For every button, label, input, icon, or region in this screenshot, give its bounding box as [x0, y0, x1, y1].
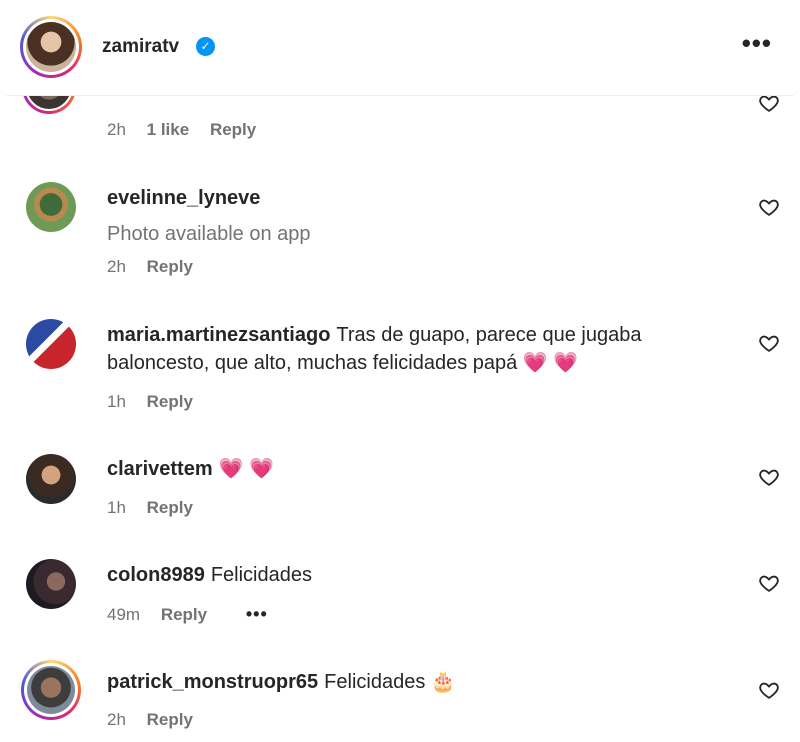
cake-emoji: 🎂 [430, 671, 456, 693]
comment-username[interactable]: evelinne_lyneve [107, 187, 260, 209]
heart-icon[interactable] [758, 196, 780, 218]
more-options-button[interactable]: ••• [742, 28, 772, 59]
comment-time: 2h [107, 120, 126, 139]
comment-time: 2h [107, 257, 126, 276]
comment-partial: 2h 1 like Reply [0, 60, 800, 148]
comment-meta: 1h Reply [107, 498, 209, 518]
reply-button[interactable]: Reply [161, 605, 207, 624]
comment-text: Felicidades [324, 671, 426, 693]
avatar[interactable] [26, 559, 76, 609]
likes-count[interactable]: 1 like [147, 120, 190, 139]
reply-button[interactable]: Reply [147, 710, 193, 729]
comment-time: 1h [107, 498, 126, 517]
comment-username[interactable]: clarivettem [107, 458, 213, 480]
verified-badge-icon: ✓ [196, 37, 215, 56]
avatar[interactable] [26, 182, 76, 232]
header-username[interactable]: zamiratv [102, 36, 179, 58]
profile-avatar[interactable] [20, 16, 82, 78]
comment-meta: 2h 1 like Reply [107, 120, 272, 140]
heart-icon[interactable] [758, 332, 780, 354]
comment-username[interactable]: maria.martinezsantiago [107, 324, 330, 346]
comment-meta: 2h Reply [107, 710, 209, 730]
heart-icon[interactable] [758, 466, 780, 488]
comment-time: 1h [107, 392, 126, 411]
reply-button[interactable]: Reply [147, 498, 193, 517]
heart-emoji: 💗 💗 [522, 352, 579, 374]
avatar[interactable] [26, 454, 76, 504]
comment-text: Felicidades [210, 564, 312, 586]
reply-button[interactable]: Reply [210, 120, 256, 139]
comment-more-button[interactable]: ••• [246, 604, 268, 624]
comment-time: 49m [107, 605, 141, 624]
comment-meta: 49m Reply ••• [107, 604, 284, 625]
comment-meta: 2h Reply [107, 257, 209, 277]
avatar[interactable] [21, 660, 81, 720]
comment-meta: 1h Reply [107, 392, 209, 412]
comment-username[interactable]: colon8989 [107, 564, 205, 586]
heart-emoji: 💗 💗 [218, 458, 274, 480]
comment-text: Photo available on app [107, 223, 311, 245]
heart-icon[interactable] [758, 679, 780, 701]
heart-icon[interactable] [758, 572, 780, 594]
reply-button[interactable]: Reply [147, 392, 193, 411]
comment-username[interactable]: patrick_monstruopr65 [107, 671, 318, 693]
reply-button[interactable]: Reply [147, 257, 193, 276]
comment-time: 2h [107, 710, 126, 729]
post-header: zamiratv ✓ ••• [0, 0, 800, 96]
avatar[interactable] [26, 319, 76, 369]
